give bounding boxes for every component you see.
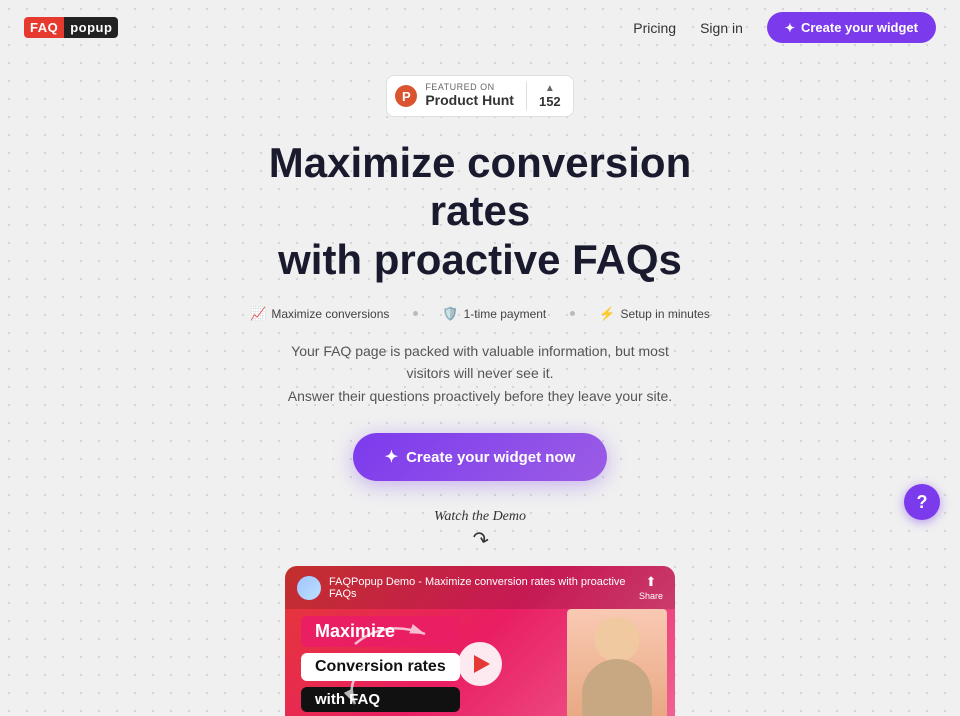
nav-links: Pricing Sign in ✦ Create your widget xyxy=(633,12,936,43)
hero-subtext: Your FAQ page is packed with valuable in… xyxy=(280,340,680,407)
setup-icon: ⚡ xyxy=(599,306,615,322)
play-icon xyxy=(474,655,490,673)
sparkle-icon: ✦ xyxy=(785,21,795,35)
help-label: ? xyxy=(917,492,928,513)
person-image xyxy=(567,609,667,716)
feature-dot-1 xyxy=(413,311,418,316)
video-arrow2-svg xyxy=(335,659,395,709)
subtext-line2: Answer their questions proactively befor… xyxy=(288,388,672,404)
create-widget-button[interactable]: ✦ Create your widget xyxy=(767,12,936,43)
video-thumbnail[interactable]: FAQPopup Demo - Maximize conversion rate… xyxy=(285,566,675,716)
product-hunt-logo: P xyxy=(395,85,417,107)
feature2-label: 1-time payment xyxy=(464,307,547,321)
share-icon: ⬆ xyxy=(646,574,657,590)
features-row: 📈 Maximize conversions 🛡️ 1-time payment… xyxy=(250,306,710,322)
video-header: FAQPopup Demo - Maximize conversion rate… xyxy=(285,566,675,609)
subtext-line1: Your FAQ page is packed with valuable in… xyxy=(291,343,669,381)
video-person xyxy=(567,609,667,716)
feature-dot-2 xyxy=(570,311,575,316)
logo[interactable]: FAQ popup xyxy=(24,17,118,38)
person-body xyxy=(582,659,652,716)
video-title: FAQPopup Demo - Maximize conversion rate… xyxy=(329,576,631,600)
signin-link[interactable]: Sign in xyxy=(700,20,743,36)
help-button[interactable]: ? xyxy=(904,484,940,520)
ph-arrow-icon: ▲ xyxy=(545,83,555,94)
cta-sparkle-icon: ✦ xyxy=(385,447,398,467)
cta-button[interactable]: ✦ Create your widget now xyxy=(353,433,608,481)
headline-line1: Maximize conversion rates xyxy=(269,139,691,234)
logo-popup: popup xyxy=(64,17,118,38)
hero-section: P FEATURED ON Product Hunt ▲ 152 Maximiz… xyxy=(0,55,960,716)
cta-label: Create your widget now xyxy=(406,449,575,466)
ph-count: 152 xyxy=(539,94,561,109)
product-hunt-text: FEATURED ON Product Hunt xyxy=(425,83,514,108)
feature-setup: ⚡ Setup in minutes xyxy=(599,306,710,322)
video-share[interactable]: ⬆ Share xyxy=(639,574,663,601)
watch-demo: Watch the Demo ↷ xyxy=(434,509,526,552)
navbar: FAQ popup Pricing Sign in ✦ Create your … xyxy=(0,0,960,55)
pricing-link[interactable]: Pricing xyxy=(633,20,676,36)
payment-icon: 🛡️ xyxy=(442,306,458,322)
feature1-label: Maximize conversions xyxy=(271,307,389,321)
watch-demo-text: Watch the Demo xyxy=(434,509,526,525)
feature3-label: Setup in minutes xyxy=(620,307,709,321)
product-hunt-badge[interactable]: P FEATURED ON Product Hunt ▲ 152 xyxy=(386,75,573,117)
headline-line2: with proactive FAQs xyxy=(278,236,682,283)
feature-payment: 🛡️ 1-time payment xyxy=(442,306,546,322)
conversions-icon: 📈 xyxy=(250,306,266,322)
share-label: Share xyxy=(639,591,663,601)
ph-count-group: ▲ 152 xyxy=(539,83,561,109)
ph-divider xyxy=(526,82,527,110)
video-content: Maximize Conversion rates with FAQ xyxy=(285,609,675,716)
video-avatar xyxy=(297,576,321,600)
play-button[interactable] xyxy=(458,642,502,686)
person-head xyxy=(595,617,640,662)
feature-conversions: 📈 Maximize conversions xyxy=(250,306,389,322)
logo-faq: FAQ xyxy=(24,17,64,38)
ph-name: Product Hunt xyxy=(425,93,514,108)
hero-headline: Maximize conversion rates with proactive… xyxy=(220,139,740,284)
